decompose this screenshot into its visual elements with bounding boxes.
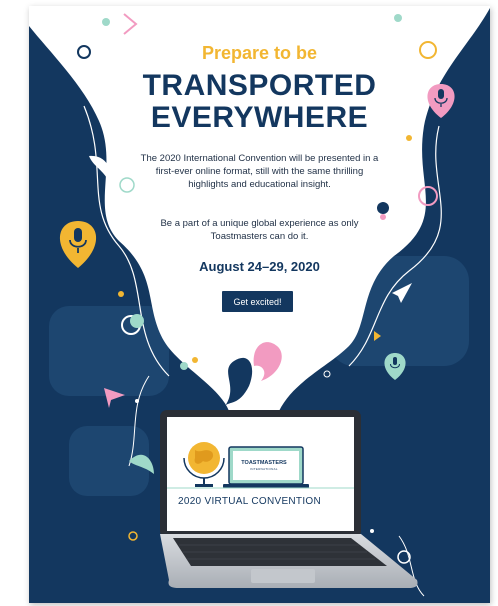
headline-line-2: EVERYWHERE: [150, 101, 369, 134]
get-excited-button[interactable]: Get excited!: [222, 291, 293, 312]
headline-line-1: TRANSPORTED: [142, 69, 377, 102]
page-title: TRANSPORTED EVERYWHERE: [29, 70, 490, 134]
body-paragraph-2: Be a part of a unique global experience …: [160, 218, 359, 242]
convention-promo-card: Prepare to be TRANSPORTED EVERYWHERE The…: [29, 6, 490, 603]
toastmasters-brand: TOASTMASTERS INTERNATIONAL: [234, 460, 294, 472]
brand-subtitle: INTERNATIONAL: [250, 467, 278, 471]
laptop-screen-caption: 2020 VIRTUAL CONVENTION: [177, 496, 322, 507]
microphone-pin-icon: [384, 353, 406, 380]
body-paragraph-1: The 2020 International Convention will b…: [140, 153, 379, 190]
eyebrow-text: Prepare to be: [201, 43, 318, 63]
event-dates: August 24–29, 2020: [199, 259, 320, 274]
